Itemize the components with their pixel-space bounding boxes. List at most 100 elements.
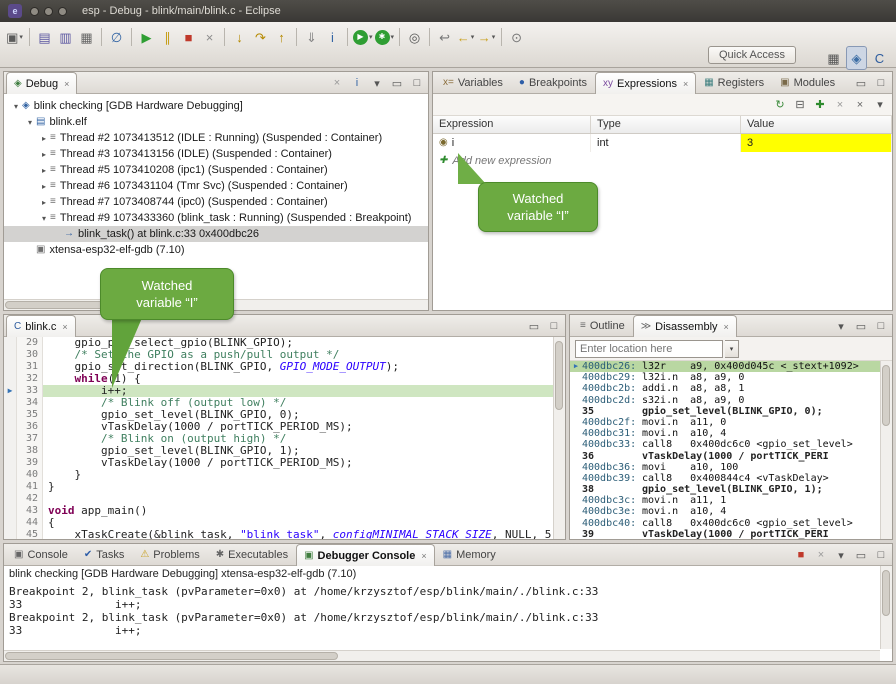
search-icon[interactable]: ◎ xyxy=(404,25,425,49)
maximize-icon[interactable]: □ xyxy=(873,318,889,334)
run-icon[interactable]: ▶▾ xyxy=(352,25,374,49)
editor-vertical-scrollbar[interactable] xyxy=(553,337,565,539)
expand-arrow-icon[interactable]: ▾ xyxy=(24,118,36,127)
debug-tree-item[interactable]: ▾≡Thread #9 1073433360 (blink_task : Run… xyxy=(4,210,428,226)
scrollbar-thumb[interactable] xyxy=(882,570,890,616)
step-return-icon[interactable]: ↑ xyxy=(271,25,292,49)
tab-tasks[interactable]: ✔Tasks xyxy=(76,544,133,565)
drop-to-frame-icon[interactable]: ⇓ xyxy=(301,25,322,49)
tab-breakpoints[interactable]: ●Breakpoints xyxy=(511,72,595,93)
expand-arrow-icon[interactable]: ▸ xyxy=(38,198,50,207)
debug-tree-item[interactable]: ▣xtensa-esp32-elf-gdb (7.10) xyxy=(4,242,428,258)
instruction-stepping-mode-icon[interactable]: i xyxy=(349,75,365,91)
expand-arrow-icon[interactable]: ▾ xyxy=(10,102,22,111)
debug-tree-item[interactable]: ▸≡Thread #5 1073410208 (ipc1) (Suspended… xyxy=(4,162,428,178)
maximize-icon[interactable]: □ xyxy=(409,75,425,91)
maximize-icon[interactable]: □ xyxy=(546,318,562,334)
minimize-icon[interactable]: ▭ xyxy=(389,75,405,91)
tab-expressions[interactable]: xyExpressions× xyxy=(595,72,696,94)
tab-executables[interactable]: ✱Executables xyxy=(208,544,296,565)
code-editor[interactable]: 29 gpio_pad_select_gpio(BLINK_GPIO);30 /… xyxy=(4,337,553,539)
window-maximize-button[interactable] xyxy=(58,7,67,16)
add-expression-ic[interactable]: ✚ xyxy=(812,97,828,113)
window-minimize-button[interactable] xyxy=(44,7,53,16)
view-menu-icon[interactable]: ▾ xyxy=(833,318,849,334)
debug-tree-item[interactable]: ▸≡Thread #6 1073431104 (Tmr Svc) (Suspen… xyxy=(4,178,428,194)
disconnect-icon[interactable]: × xyxy=(199,25,220,49)
location-input[interactable] xyxy=(575,340,723,358)
column-header-type[interactable]: Type xyxy=(591,116,741,133)
add-expression-icon[interactable]: ✚ xyxy=(439,156,447,166)
debug-tree-item[interactable]: ▾▤blink.elf xyxy=(4,114,428,130)
step-over-icon[interactable]: ↷ xyxy=(250,25,271,49)
tab-modules[interactable]: ▣Modules xyxy=(772,72,843,93)
view-menu-icon[interactable]: ▾ xyxy=(872,97,888,113)
refresh-icon[interactable]: ↻ xyxy=(772,97,788,113)
back-icon[interactable]: ←▾ xyxy=(455,25,476,49)
c-cpp-perspective-icon[interactable]: C xyxy=(869,46,890,70)
terminate-icon[interactable]: ■ xyxy=(793,547,809,563)
collapse-all-icon[interactable]: ⊟ xyxy=(792,97,808,113)
tab-memory[interactable]: ▦Memory xyxy=(435,544,504,565)
console-horizontal-scrollbar[interactable] xyxy=(4,650,880,661)
disassembly-vertical-scrollbar[interactable] xyxy=(880,361,892,539)
remove-expression-icon[interactable]: × xyxy=(832,97,848,113)
close-tab-icon[interactable]: × xyxy=(724,322,729,332)
expression-row[interactable]: ◉iint3 xyxy=(433,134,892,152)
debug-tree-item[interactable]: ▸≡Thread #3 1073413156 (IDLE) (Suspended… xyxy=(4,146,428,162)
last-edit-location-icon[interactable]: ↩ xyxy=(434,25,455,49)
maximize-icon[interactable]: □ xyxy=(873,75,889,91)
expand-arrow-icon[interactable]: ▸ xyxy=(38,166,50,175)
forward-icon[interactable]: →▾ xyxy=(476,25,497,49)
tab-blink-c[interactable]: Cblink.c× xyxy=(6,315,76,337)
instruction-stepping-icon[interactable]: i xyxy=(322,25,343,49)
open-perspective-icon[interactable]: ▦ xyxy=(823,46,844,70)
save-all-icon[interactable]: ▥ xyxy=(55,25,76,49)
console-output[interactable]: Breakpoint 2, blink_task (pvParameter=0x… xyxy=(4,583,880,649)
scrollbar-thumb[interactable] xyxy=(555,341,563,410)
add-new-expression-row[interactable]: ✚Add new expression xyxy=(433,152,892,170)
close-tab-icon[interactable]: × xyxy=(62,322,67,332)
tab-disassembly[interactable]: ≫Disassembly× xyxy=(633,315,737,337)
location-dropdown-icon[interactable]: ▾ xyxy=(725,340,739,358)
tab-debug[interactable]: ◈Debug× xyxy=(6,72,77,94)
resume-icon[interactable]: ▶ xyxy=(136,25,157,49)
tab-outline[interactable]: ≡Outline xyxy=(572,315,633,336)
column-header-value[interactable]: Value xyxy=(741,116,892,133)
expand-arrow-icon[interactable]: ▸ xyxy=(38,134,50,143)
column-header-expression[interactable]: Expression xyxy=(433,116,591,133)
expand-arrow-icon[interactable]: ▸ xyxy=(38,150,50,159)
disassembly-listing[interactable]: ▶400dbc26:l32r a9, 0x400d045c <_stext+10… xyxy=(570,361,880,539)
close-tab-icon[interactable]: × xyxy=(421,551,426,561)
window-close-button[interactable] xyxy=(30,7,39,16)
minimize-icon[interactable]: ▭ xyxy=(853,547,869,563)
save-icon[interactable]: ▤ xyxy=(34,25,55,49)
debug-tree-item[interactable]: ▾◈blink checking [GDB Hardware Debugging… xyxy=(4,98,428,114)
remove-all-terminated-icon[interactable]: × xyxy=(813,547,829,563)
step-into-icon[interactable]: ↓ xyxy=(229,25,250,49)
debug-icon[interactable]: ✱▾ xyxy=(374,25,396,49)
tab-console[interactable]: ▣Console xyxy=(6,544,76,565)
console-vertical-scrollbar[interactable] xyxy=(880,566,892,649)
scrollbar-thumb[interactable] xyxy=(5,652,338,660)
tab-variables[interactable]: x=Variables xyxy=(435,72,511,93)
suspend-icon[interactable]: ∥ xyxy=(157,25,178,49)
skip-all-breakpoints-icon[interactable]: ∅ xyxy=(106,25,127,49)
pin-editor-icon[interactable]: ⊙ xyxy=(506,25,527,49)
scrollbar-thumb[interactable] xyxy=(882,365,890,426)
debug-tree-item[interactable]: ▸≡Thread #7 1073408744 (ipc0) (Suspended… xyxy=(4,194,428,210)
view-menu-icon[interactable]: ▾ xyxy=(369,75,385,91)
minimize-icon[interactable]: ▭ xyxy=(853,318,869,334)
minimize-icon[interactable]: ▭ xyxy=(853,75,869,91)
close-tab-icon[interactable]: × xyxy=(683,79,688,89)
new-icon[interactable]: ▣▾ xyxy=(4,25,25,49)
print-icon[interactable]: ▦ xyxy=(76,25,97,49)
close-tab-icon[interactable]: × xyxy=(64,79,69,89)
remove-all-terminated-icon[interactable]: × xyxy=(329,75,345,91)
quick-access-button[interactable]: Quick Access xyxy=(708,46,796,64)
debug-perspective-icon[interactable]: ◈ xyxy=(846,46,867,70)
tab-registers[interactable]: ▦Registers xyxy=(696,72,772,93)
expand-arrow-icon[interactable]: ▾ xyxy=(38,214,50,223)
debug-tree-item[interactable]: ▸≡Thread #2 1073413512 (IDLE : Running) … xyxy=(4,130,428,146)
debug-tree-item[interactable]: →blink_task() at blink.c:33 0x400dbc26 xyxy=(4,226,428,242)
